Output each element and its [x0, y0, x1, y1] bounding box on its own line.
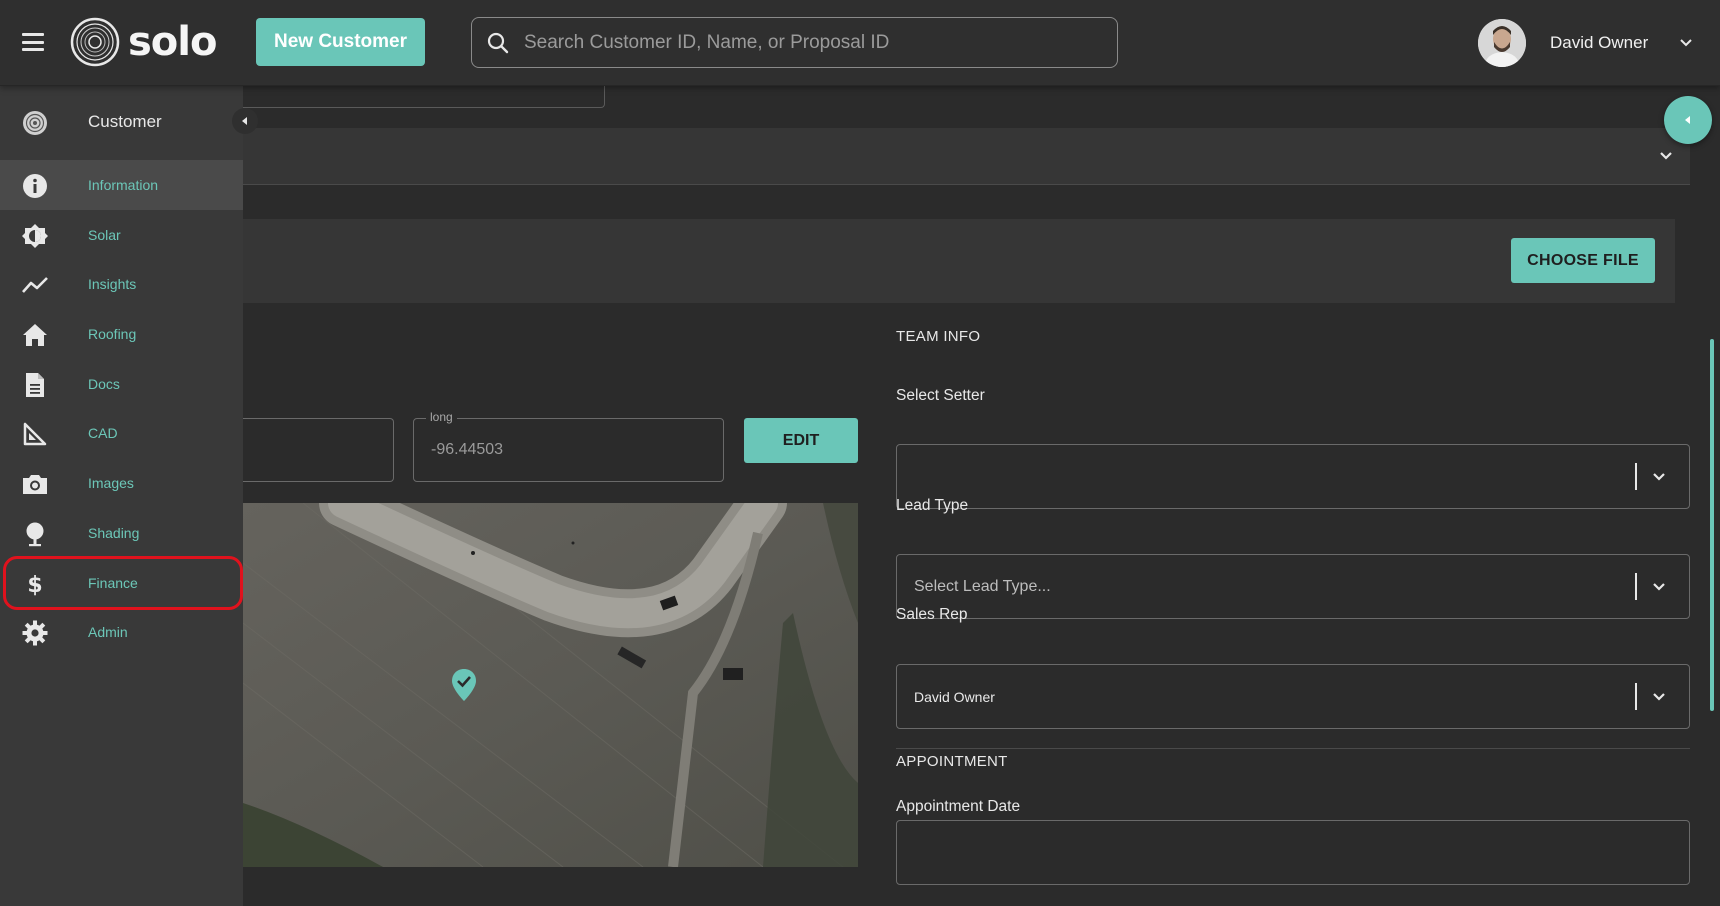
set-square-icon: [22, 421, 48, 447]
sidebar-title: Customer: [88, 112, 162, 131]
customer-logo-icon: [22, 110, 48, 136]
scrollbar[interactable]: [1710, 339, 1714, 711]
edit-location-button[interactable]: EDIT: [744, 418, 858, 463]
sidebar-item-docs[interactable]: Docs: [0, 359, 243, 409]
user-menu[interactable]: David Owner: [1478, 19, 1694, 67]
sidebar-item-label: Roofing: [88, 326, 137, 343]
satellite-map[interactable]: [243, 503, 858, 867]
sales-rep-value: David Owner: [914, 689, 995, 705]
long-value: -96.44503: [431, 441, 504, 458]
chevron-down-icon[interactable]: [1658, 148, 1674, 164]
sidebar-item-shading[interactable]: Shading: [0, 508, 243, 558]
brightness-icon: [22, 223, 48, 249]
user-avatar-icon: [1478, 19, 1526, 67]
info-icon: [22, 173, 48, 199]
setter-select[interactable]: [896, 444, 1690, 509]
sidebar-item-roofing[interactable]: Roofing: [0, 309, 243, 359]
search-input[interactable]: [524, 31, 1084, 54]
document-icon: [22, 372, 48, 398]
sidebar-header: Customer: [0, 86, 258, 160]
sales-rep-select[interactable]: David Owner: [896, 664, 1690, 729]
appointment-date-label: Appointment Date: [896, 798, 1021, 815]
sidebar-item-label: Finance: [88, 574, 138, 591]
team-info-title: TEAM INFO: [896, 328, 981, 345]
chevron-down-icon[interactable]: [1651, 579, 1667, 595]
sidebar-item-information[interactable]: Information: [0, 160, 243, 210]
sidebar-item-admin[interactable]: Admin: [0, 607, 243, 657]
select-divider: [1635, 683, 1637, 710]
collapse-panel-button[interactable]: [1664, 96, 1712, 144]
appointment-date-field[interactable]: [896, 820, 1690, 885]
chevron-down-icon[interactable]: [1651, 469, 1667, 485]
trend-line-icon: [22, 272, 48, 298]
dollar-icon: $: [22, 571, 48, 597]
menu-icon[interactable]: [22, 33, 44, 51]
aerial-image: [243, 503, 858, 867]
collapsed-section[interactable]: [243, 128, 1690, 185]
sidebar-item-label: CAD: [88, 425, 118, 442]
collapse-sidebar-button[interactable]: [232, 108, 258, 134]
avatar[interactable]: [1478, 19, 1526, 67]
sidebar: Customer Information Solar Insights Roof…: [0, 86, 258, 906]
logo-text: solo: [128, 19, 217, 65]
svg-text:$: $: [27, 573, 42, 597]
lead-type-select[interactable]: Select Lead Type...: [896, 554, 1690, 619]
select-setter-label: Select Setter: [896, 387, 985, 404]
partial-field: [243, 86, 605, 108]
chevron-down-icon[interactable]: [1651, 689, 1667, 705]
lat-field[interactable]: [233, 418, 394, 482]
choose-file-button[interactable]: CHOOSE FILE: [1511, 238, 1655, 283]
search-icon: [487, 32, 509, 53]
sidebar-item-cad[interactable]: CAD: [0, 408, 243, 458]
sidebar-item-label: Admin: [88, 624, 128, 641]
caret-left-icon: [242, 117, 247, 125]
long-label: long: [426, 410, 457, 424]
sidebar-item-finance[interactable]: $ Finance: [0, 558, 243, 608]
sidebar-item-label: Images: [88, 475, 134, 492]
solo-logo-icon: [70, 17, 120, 67]
sidebar-item-solar[interactable]: Solar: [0, 210, 243, 260]
logo[interactable]: solo: [70, 17, 217, 67]
camera-icon: [22, 471, 48, 497]
appointment-title: APPOINTMENT: [896, 753, 1008, 770]
sidebar-item-label: Information: [88, 177, 159, 193]
tree-icon: [22, 521, 48, 547]
file-upload-bar: CHOOSE FILE: [243, 219, 1675, 303]
long-field[interactable]: long -96.44503: [413, 410, 724, 482]
main-content: CHOOSE FILE long -96.44503 EDIT TEAM INF…: [233, 86, 1720, 906]
select-divider: [1635, 573, 1637, 600]
home-icon: [22, 322, 48, 348]
select-divider: [1635, 463, 1637, 490]
search-bar[interactable]: [471, 17, 1118, 68]
sidebar-item-label: Insights: [88, 276, 137, 293]
sidebar-item-label: Shading: [88, 524, 140, 541]
section-divider: [896, 748, 1690, 749]
chevron-down-icon[interactable]: [1678, 35, 1694, 51]
lead-type-label: Lead Type: [896, 497, 969, 514]
user-name: David Owner: [1550, 33, 1649, 52]
gear-icon: [22, 620, 48, 646]
caret-left-icon: [1685, 116, 1690, 124]
new-customer-button[interactable]: New Customer: [256, 18, 425, 66]
sidebar-item-images[interactable]: Images: [0, 458, 243, 508]
sales-rep-label: Sales Rep: [896, 606, 968, 623]
lead-type-placeholder: Select Lead Type...: [914, 578, 1051, 595]
top-bar: solo New Customer David Owner: [0, 0, 1720, 86]
sidebar-item-insights[interactable]: Insights: [0, 259, 243, 309]
sidebar-item-label: Docs: [88, 375, 120, 392]
sidebar-item-label: Solar: [88, 226, 121, 243]
